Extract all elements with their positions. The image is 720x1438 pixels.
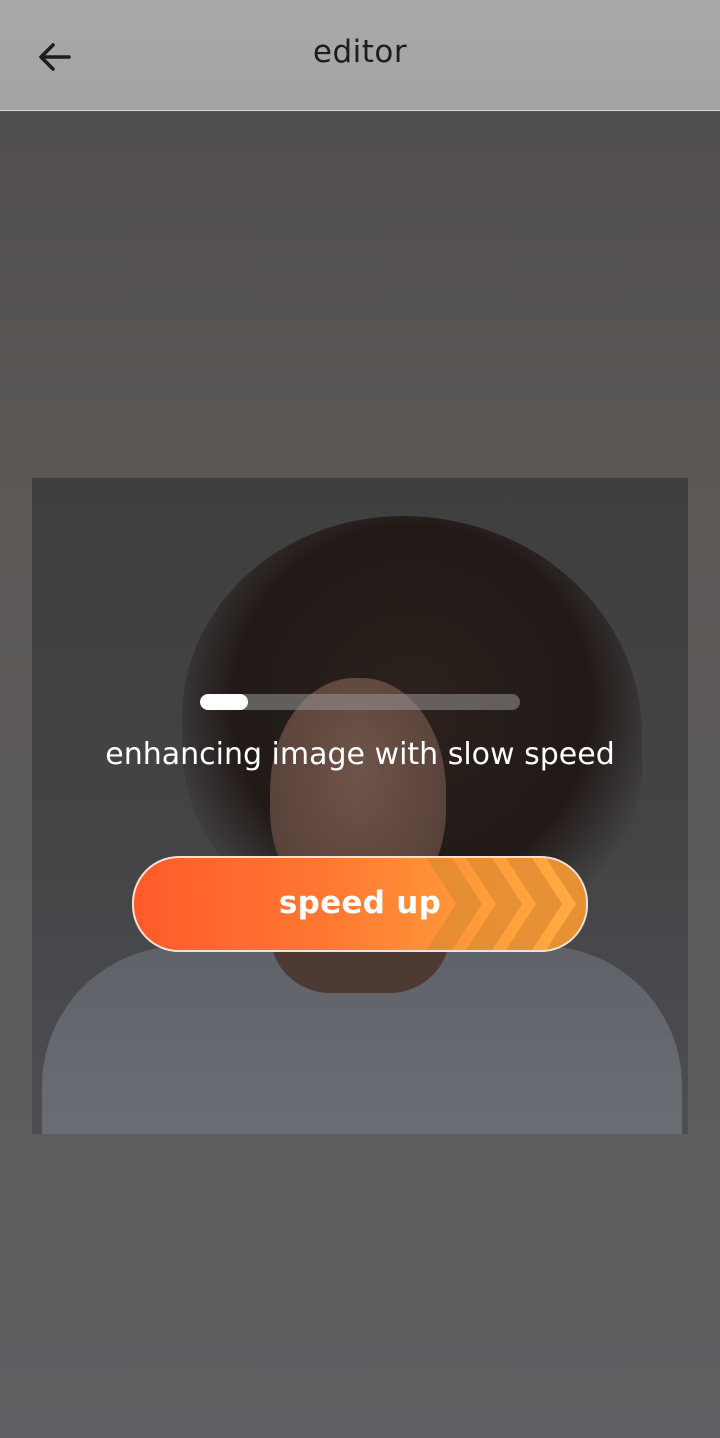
status-message: enhancing image with slow speed (105, 737, 615, 772)
speed-up-button[interactable]: speed up (132, 856, 588, 952)
top-app-bar: editor (0, 0, 720, 111)
speed-up-label: speed up (278, 885, 442, 921)
page-title: editor (312, 34, 408, 70)
photo-preview (32, 478, 688, 1134)
enhance-progress-bar (200, 694, 520, 710)
enhance-progress-fill (200, 694, 248, 710)
